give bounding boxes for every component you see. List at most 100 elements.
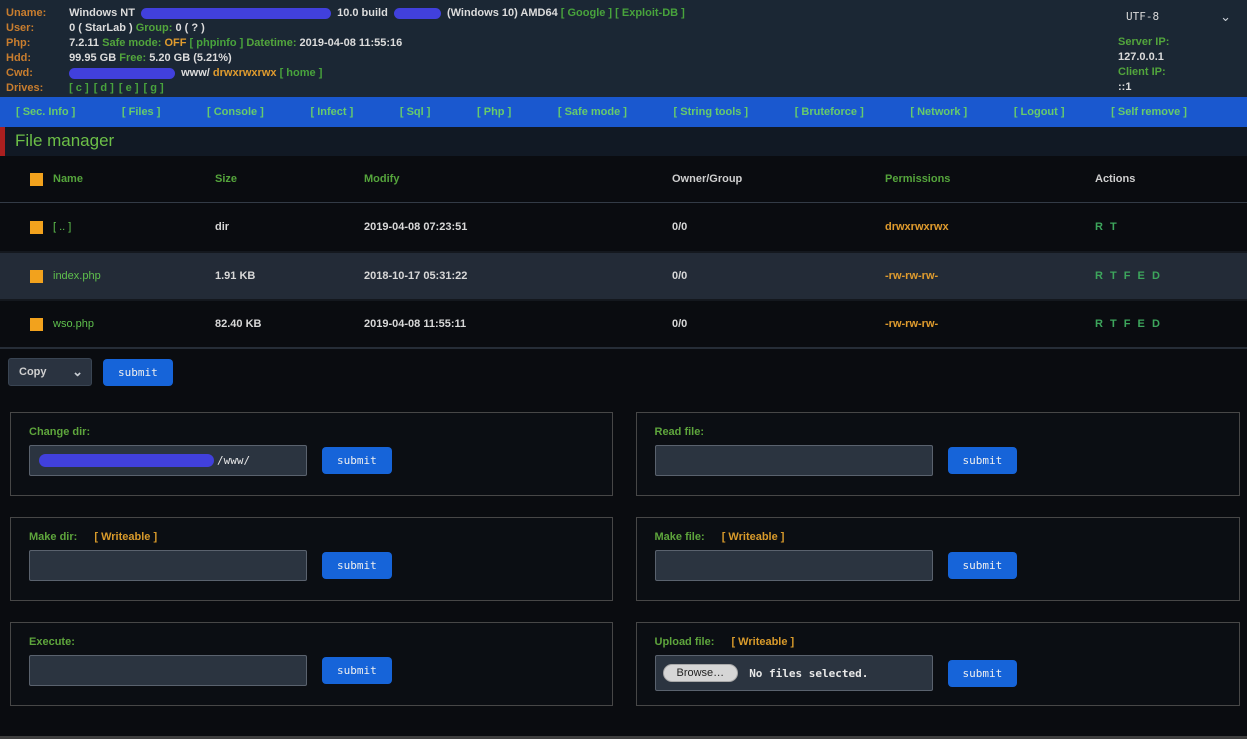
file-modify-date: 2018-10-17 05:31:22	[364, 270, 672, 282]
cwd-label: Cwd:	[6, 66, 66, 81]
drive-g-link[interactable]: [ g ]	[144, 82, 164, 94]
server-info-header: Uname: Windows NT 10.0 build (Windows 10…	[0, 0, 1247, 97]
hdd-label: Hdd:	[6, 51, 66, 66]
change-dir-panel: Change dir: /www/ submit	[10, 412, 613, 496]
charset-select[interactable]: UTF-8 ⌄	[1074, 10, 1239, 23]
nav-console[interactable]: [ Console ]	[207, 106, 264, 118]
change-dir-input[interactable]: /www/	[29, 445, 307, 476]
uname-arch: (Windows 10) AMD64	[447, 7, 558, 19]
chevron-down-icon: ⌄	[1220, 12, 1231, 22]
server-ip-value: 127.0.0.1	[1118, 51, 1164, 63]
execute-input[interactable]	[29, 655, 307, 686]
col-header-actions: Actions	[1095, 173, 1247, 185]
read-file-panel: Read file: submit	[636, 412, 1241, 496]
drive-d-link[interactable]: [ d ]	[94, 82, 114, 94]
cwd-path: www/	[181, 67, 210, 79]
make-file-panel: Make file: [ Writeable ] submit	[636, 517, 1241, 601]
make-dir-submit-button[interactable]: submit	[322, 552, 392, 579]
google-link[interactable]: [ Google ]	[561, 7, 612, 19]
file-actions-links[interactable]: R T F E D	[1095, 270, 1247, 282]
nav-sql[interactable]: [ Sql ]	[400, 106, 431, 118]
file-owner: 0/0	[672, 270, 885, 282]
nav-safe-mode[interactable]: [ Safe mode ]	[558, 106, 627, 118]
file-owner: 0/0	[672, 221, 885, 233]
make-dir-panel: Make dir: [ Writeable ] submit	[10, 517, 613, 601]
upload-file-label: Upload file:	[655, 636, 715, 648]
cwd-permissions: drwxrwxrwx	[213, 67, 277, 79]
change-dir-label: Change dir:	[29, 426, 90, 438]
datetime-value: 2019-04-08 11:55:16	[300, 37, 403, 49]
file-permissions-link[interactable]: drwxrwxrwx	[885, 221, 1095, 233]
select-all-checkbox[interactable]	[30, 173, 43, 186]
upload-file-writeable-badge: [ Writeable ]	[731, 636, 794, 648]
drive-e-link[interactable]: [ e ]	[119, 82, 139, 94]
charset-value: UTF-8	[1126, 10, 1159, 23]
file-permissions-link[interactable]: -rw-rw-rw-	[885, 270, 1095, 282]
nav-infect[interactable]: [ Infect ]	[310, 106, 353, 118]
redacted-hostname-blob	[141, 8, 331, 19]
drive-c-link[interactable]: [ c ]	[69, 82, 89, 94]
table-row: index.php 1.91 KB 2018-10-17 05:31:22 0/…	[0, 251, 1247, 299]
file-modify-date: 2019-04-08 11:55:11	[364, 318, 672, 330]
make-dir-input[interactable]	[29, 550, 307, 581]
file-permissions-link[interactable]: -rw-rw-rw-	[885, 318, 1095, 330]
bulk-action-value: Copy	[19, 366, 47, 378]
file-name-link[interactable]: wso.php	[53, 318, 215, 330]
bulk-action-submit-button[interactable]: submit	[103, 359, 173, 386]
execute-panel: Execute: submit	[10, 622, 613, 706]
nav-files[interactable]: [ Files ]	[122, 106, 161, 118]
bulk-action-bar: Copy ⌄ submit	[0, 347, 1247, 400]
user-value: 0 ( StarLab )	[69, 22, 133, 34]
row-checkbox[interactable]	[30, 318, 43, 331]
php-label: Php:	[6, 36, 66, 51]
file-name-link[interactable]: [ .. ]	[53, 221, 215, 233]
file-actions-links[interactable]: R T F E D	[1095, 318, 1247, 330]
file-size: dir	[215, 221, 364, 233]
nav-php[interactable]: [ Php ]	[477, 106, 511, 118]
execute-submit-button[interactable]: submit	[322, 657, 392, 684]
home-link[interactable]: [ home ]	[280, 67, 323, 79]
main-nav: [ Sec. Info ] [ Files ] [ Console ] [ In…	[0, 97, 1247, 127]
chevron-down-icon: ⌄	[72, 367, 83, 377]
browse-button[interactable]: Browse…	[663, 664, 739, 682]
make-file-input[interactable]	[655, 550, 933, 581]
make-file-submit-button[interactable]: submit	[948, 552, 1018, 579]
col-header-size[interactable]: Size	[215, 173, 364, 185]
uname-os: Windows NT	[69, 7, 135, 19]
row-checkbox[interactable]	[30, 270, 43, 283]
col-header-modify[interactable]: Modify	[364, 173, 672, 185]
upload-file-input[interactable]: Browse… No files selected.	[655, 655, 933, 691]
file-modify-date: 2019-04-08 07:23:51	[364, 221, 672, 233]
redacted-build-blob	[394, 8, 441, 19]
upload-file-submit-button[interactable]: submit	[948, 660, 1018, 687]
read-file-submit-button[interactable]: submit	[948, 447, 1018, 474]
nav-network[interactable]: [ Network ]	[910, 106, 967, 118]
make-file-label: Make file:	[655, 531, 705, 543]
phpinfo-link[interactable]: [ phpinfo ]	[190, 37, 244, 49]
safe-mode-label: Safe mode:	[102, 37, 161, 49]
bulk-action-select[interactable]: Copy ⌄	[8, 358, 92, 386]
col-header-owner: Owner/Group	[672, 173, 885, 185]
client-ip-value: ::1	[1118, 81, 1131, 93]
change-dir-submit-button[interactable]: submit	[322, 447, 392, 474]
nav-string-tools[interactable]: [ String tools ]	[674, 106, 749, 118]
nav-bruteforce[interactable]: [ Bruteforce ]	[795, 106, 864, 118]
exploitdb-link[interactable]: [ Exploit-DB ]	[615, 7, 685, 19]
col-header-name[interactable]: Name	[53, 173, 215, 185]
read-file-input[interactable]	[655, 445, 933, 476]
file-name-link[interactable]: index.php	[53, 270, 215, 282]
nav-logout[interactable]: [ Logout ]	[1014, 106, 1065, 118]
safe-mode-value: OFF	[164, 37, 186, 49]
free-value: 5.20 GB (5.21%)	[149, 52, 232, 64]
nav-self-remove[interactable]: [ Self remove ]	[1111, 106, 1187, 118]
file-actions-links[interactable]: R T	[1095, 221, 1247, 233]
redacted-path-blob	[39, 454, 214, 467]
table-row: wso.php 82.40 KB 2019-04-08 11:55:11 0/0…	[0, 299, 1247, 347]
make-dir-label: Make dir:	[29, 531, 77, 543]
row-checkbox[interactable]	[30, 221, 43, 234]
execute-label: Execute:	[29, 636, 75, 648]
nav-sec-info[interactable]: [ Sec. Info ]	[16, 106, 75, 118]
read-file-label: Read file:	[655, 426, 705, 438]
hdd-total: 99.95 GB	[69, 52, 116, 64]
make-dir-writeable-badge: [ Writeable ]	[94, 531, 157, 543]
